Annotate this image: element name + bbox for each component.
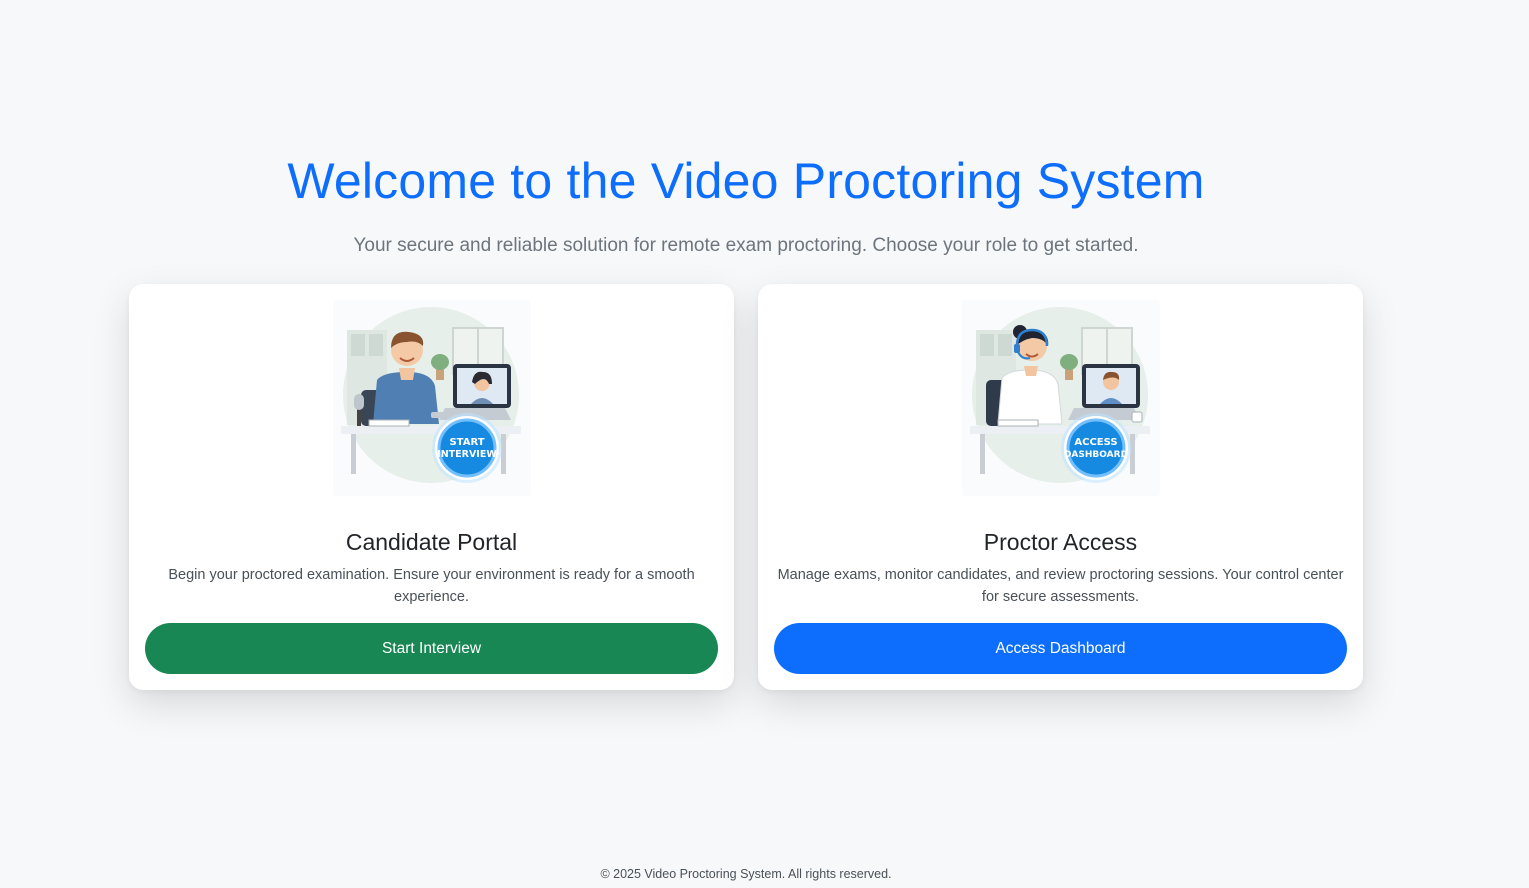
footer-copyright: © 2025 Video Proctoring System. All righ… <box>600 867 892 881</box>
candidate-portal-description: Begin your proctored examination. Ensure… <box>168 567 695 605</box>
proctor-illustration: ACCESS DASHBOARD <box>961 300 1160 496</box>
access-dashboard-button[interactable]: Access Dashboard <box>774 623 1347 674</box>
page-subtitle: Your secure and reliable solution for re… <box>353 235 1139 256</box>
start-interview-badge-line2: INTERVIEW <box>437 449 497 460</box>
proctor-access-description: Manage exams, monitor candidates, and re… <box>777 567 1344 605</box>
start-interview-badge-line1: START <box>449 437 484 448</box>
access-dashboard-badge-line1: ACCESS <box>1074 437 1117 448</box>
page-title: Welcome to the Video Proctoring System <box>287 153 1205 209</box>
proctor-access-card: ACCESS DASHBOARD Proctor Access Manage e… <box>758 284 1363 690</box>
candidate-illustration: START INTERVIEW <box>332 300 531 496</box>
start-interview-button[interactable]: Start Interview <box>145 623 718 674</box>
access-dashboard-badge-line2: DASHBOARD <box>1063 450 1127 460</box>
candidate-portal-title: Candidate Portal <box>345 529 518 555</box>
candidate-portal-card: START INTERVIEW Candidate Portal Begin y… <box>129 284 734 690</box>
proctor-access-title: Proctor Access <box>983 529 1138 555</box>
